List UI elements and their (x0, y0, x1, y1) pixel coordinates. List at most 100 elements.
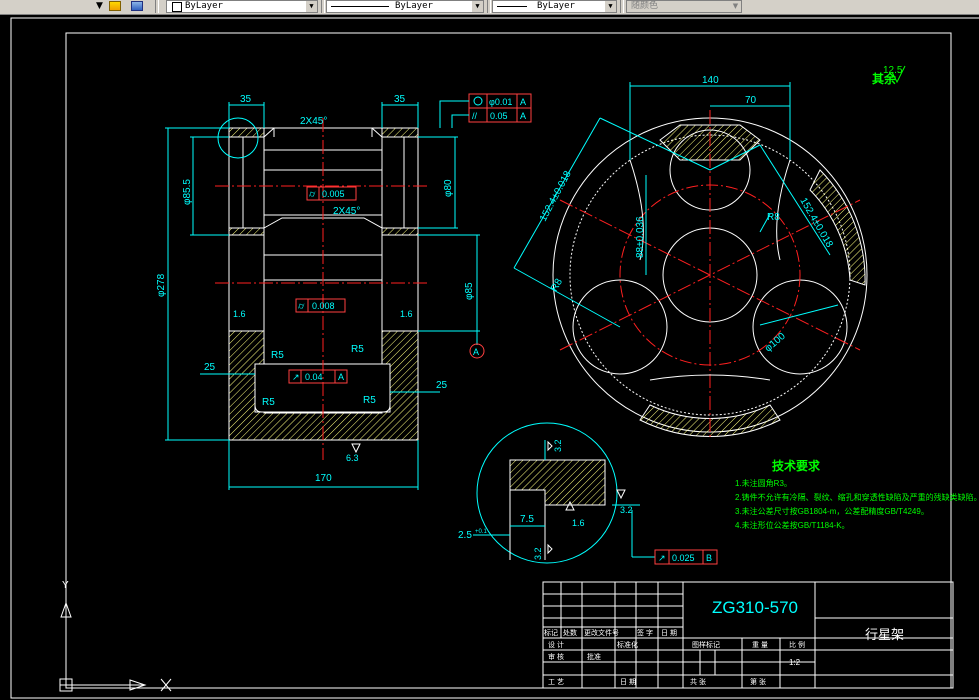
dim-phi278: φ278 (156, 273, 167, 297)
date-label: 日 期 (620, 678, 636, 686)
section-view: 35 35 2X45° 2X45° φ85.5 φ80 φ85 φ278 25 … (156, 93, 532, 490)
coax-value: φ0.01 (489, 97, 512, 107)
linetype-dropdown[interactable]: ByLayer ▼ (326, 0, 484, 13)
row-design: 设 计 (548, 640, 564, 649)
header-sign: 签 字 (637, 628, 653, 637)
dim-88: 88±0.036 (635, 216, 646, 258)
chamfer-top: 2X45° (300, 116, 327, 127)
roughness-label: 其余 (872, 71, 897, 86)
tol-frame-flatness-1: ⌭ 0.005 (306, 186, 357, 201)
dim-2-5-tol: +0.1 (475, 529, 488, 535)
dim-152-left: 152.4±0.018 (538, 169, 574, 224)
scale-label: 比 例 (789, 640, 805, 649)
stage-label: 图样标记 (692, 640, 720, 649)
row-review: 审 核 (548, 652, 564, 661)
tol-frame-runout: ↗ 0.04 A (288, 369, 348, 384)
datum-a: A (473, 347, 479, 357)
dim-35-right: 35 (394, 94, 406, 105)
dim-phi85-5: φ85.5 (182, 179, 193, 205)
dim-2-5: 2.5 (458, 530, 472, 541)
plotstyle-value: 随颜色 (631, 1, 659, 11)
tech-req-3: 3.未注公差尺寸按GB1804-m，公差配精度GB/T4249。 (735, 506, 929, 516)
dim-25-right: 25 (436, 380, 448, 391)
sheet-num: 第 张 (750, 677, 766, 686)
dim-140: 140 (702, 75, 719, 86)
toolbar-separator (155, 0, 159, 13)
r8: R8 (767, 212, 780, 223)
r8-lower: R8 (549, 277, 565, 294)
toolbar-separator (487, 0, 491, 13)
detail-view: 3.2 3.2 3.2 1.6 7.5 2.5 +0.1 ↗ 0.025 B (458, 422, 718, 565)
scale-value: 1:2 (789, 658, 801, 667)
drawing-canvas[interactable]: 12.5 其余 35 35 2X45° 2X45° φ85.5 φ80 φ85 … (0, 15, 979, 700)
r5-d: R5 (363, 395, 376, 406)
runout-ref: B (706, 553, 712, 563)
rough-3-2-bottom: 3.2 (533, 547, 543, 560)
tol-2-symbol: ⌭ (298, 301, 305, 311)
layer-manager-icon[interactable] (131, 1, 143, 11)
tol-frame-flatness-2: ⌭ 0.008 (295, 298, 346, 313)
r5-c: R5 (262, 397, 275, 408)
toolbar-separator (620, 0, 624, 13)
dim-35-left: 35 (240, 94, 252, 105)
parallel-value: 0.05 (490, 111, 508, 121)
header-mark: 标记 (544, 628, 558, 637)
color-value: ByLayer (185, 1, 223, 11)
r5-a: R5 (271, 350, 284, 361)
hatch-mid-right (381, 227, 419, 236)
material: ZG310-570 (712, 598, 798, 617)
header-count: 处数 (563, 628, 577, 637)
chevron-down-icon[interactable]: ▼ (472, 1, 483, 12)
dim-phi85: φ85 (464, 282, 475, 300)
header-change: 更改文件号 (584, 628, 619, 637)
runout-symbol: ↗ (658, 553, 666, 563)
coax-ref: A (520, 97, 526, 107)
properties-toolbar: ▼ ByLayer ▼ ByLayer ▼ ByLayer ▼ 随颜色 ▼ (0, 0, 979, 15)
inner-frame (65, 32, 952, 689)
layer-stack-icon[interactable] (109, 1, 121, 11)
hatch-top-right (381, 127, 419, 138)
color-swatch-icon (172, 2, 182, 12)
tech-req-title: 技术要求 (772, 458, 821, 473)
part-name: 行星架 (865, 627, 904, 642)
rough-1-6: 1.6 (572, 518, 585, 528)
detail-callout-circle[interactable] (217, 117, 259, 159)
chevron-down-icon[interactable]: ▼ (605, 1, 616, 12)
lineweight-dropdown[interactable]: ByLayer ▼ (492, 0, 617, 13)
ucs-icon (59, 594, 172, 692)
tech-req-4: 4.未注形位公差按GB/T1184-K。 (735, 520, 850, 530)
tol-frame-parallelism: // 0.05 A (468, 107, 532, 123)
front-view: 140 70 152.4±0.018 152.4±0.018 88±0.036 … (513, 75, 868, 440)
r5-b: R5 (351, 344, 364, 355)
tol-3-symbol: ↗ (292, 372, 300, 382)
tol-frame-coaxiality: φ0.01 A (468, 93, 532, 109)
header-date: 日 期 (661, 629, 677, 637)
hatch-top-left (228, 127, 265, 138)
weight-label: 重 量 (752, 641, 768, 649)
lineweight-value: ByLayer (537, 1, 575, 11)
linetype-preview-icon (331, 1, 389, 7)
chevron-down-icon[interactable]: ▼ (306, 1, 317, 12)
dim-170: 170 (315, 473, 332, 484)
layer-icon[interactable]: ▼ (96, 0, 108, 12)
parallel-ref: A (520, 111, 526, 121)
tol-2-value: 0.008 (312, 301, 335, 311)
tol-3-ref: A (338, 372, 344, 382)
approve-label: 批准 (587, 652, 601, 661)
dim-phi80: φ80 (443, 179, 454, 197)
lineweight-preview-icon (497, 1, 527, 7)
color-dropdown[interactable]: ByLayer ▼ (166, 0, 318, 13)
tol-3-value: 0.04 (305, 372, 323, 382)
dim-25-left: 25 (204, 362, 216, 373)
tol-1-symbol: ⌭ (309, 189, 316, 199)
parallel-symbol: // (472, 111, 478, 121)
general-roughness-note: 12.5 其余 (872, 65, 906, 86)
ucs-y-label: Y (62, 580, 69, 591)
std-label: 标准化 (617, 640, 638, 649)
title-block-text: ZG310-570 行星架 标记 处数 更改文件号 签 字 日 期 设 计 审 … (544, 598, 904, 686)
tech-req-2: 2.铸件不允许有冷隔、裂纹、缩孔和穿透性缺陷及严重的残缺类缺陷。 (735, 492, 979, 502)
sheet-total: 共 张 (690, 677, 706, 686)
chamfer-mid: 2X45° (333, 206, 360, 217)
tech-req-1: 1.未注圆角R3。 (735, 478, 792, 488)
plotstyle-dropdown: 随颜色 ▼ (626, 0, 742, 13)
